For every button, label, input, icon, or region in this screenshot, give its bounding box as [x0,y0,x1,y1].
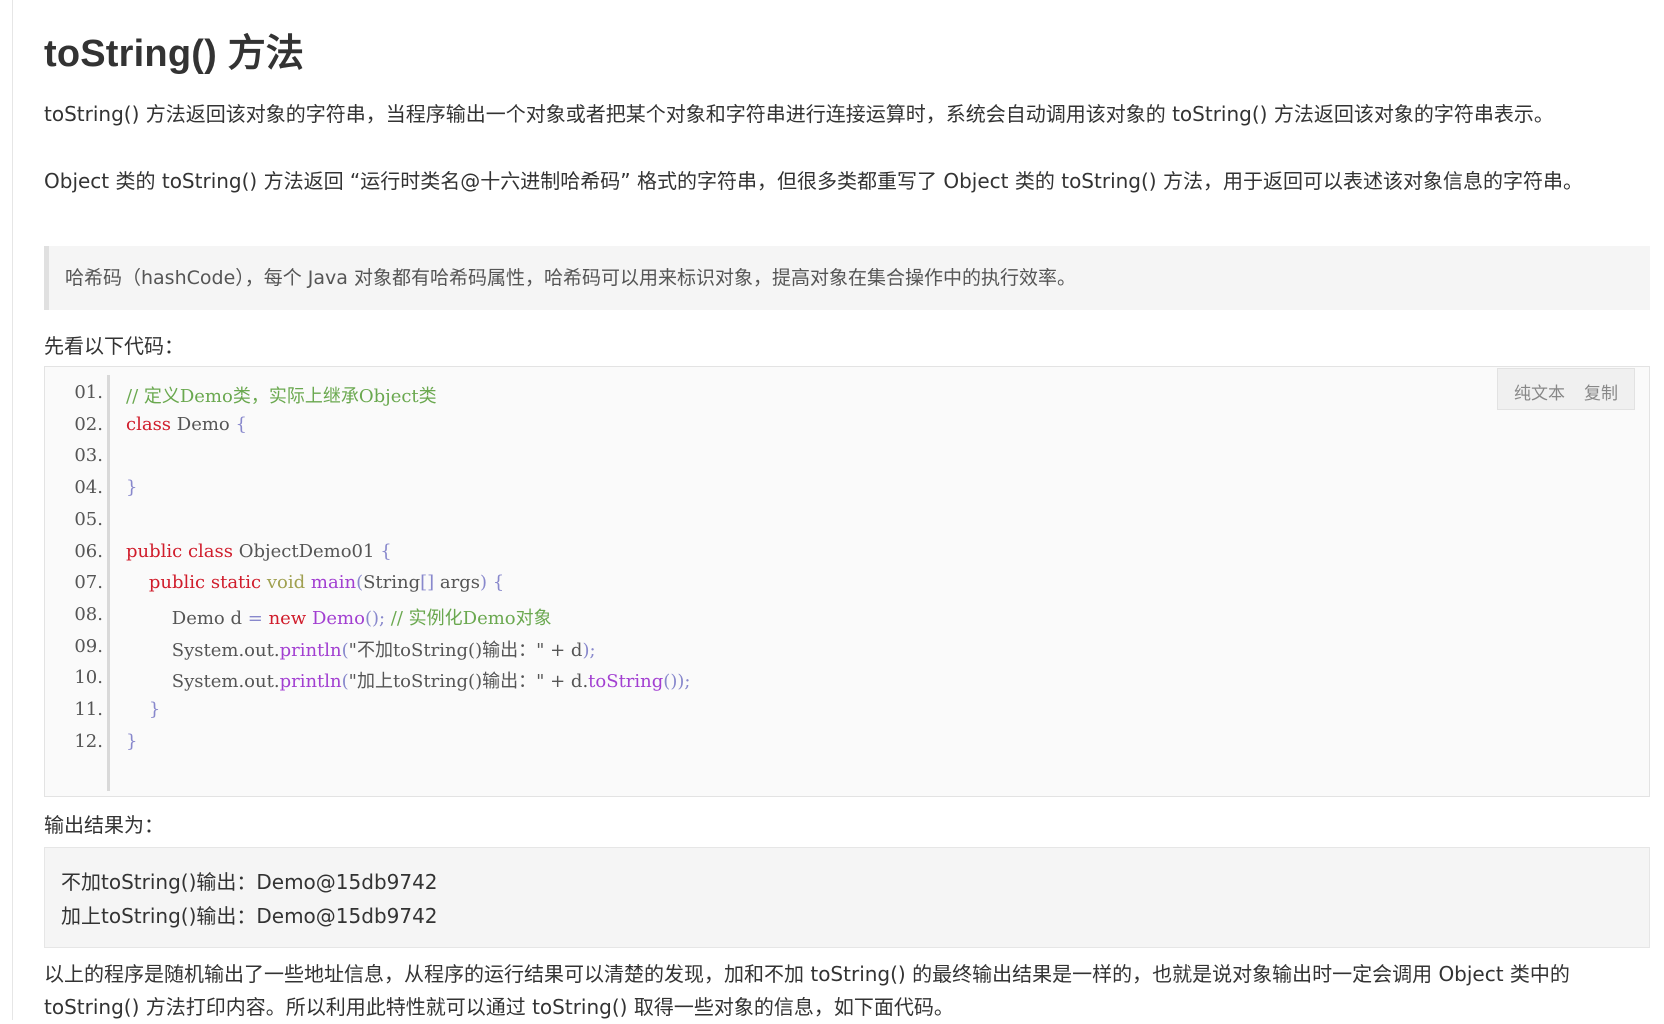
output-block: 不加toString()输出：Demo@15db9742 加上toString(… [44,847,1650,948]
code-line: 04.} [45,470,1645,503]
code-line: 10. System.out.println("加上toString()输出："… [45,660,1645,693]
code-text: // 定义Demo类，实际上继承Object类 [126,382,437,408]
line-number: 09. [74,635,103,657]
code-token: args [434,572,481,594]
line-number: 01. [74,382,103,403]
code-intro-label: 先看以下代码： [44,334,184,358]
code-token: // 实例化Demo对象 [390,607,552,629]
code-line: 07. public static void main(String[] arg… [45,565,1645,598]
code-token: static [210,572,262,594]
code-token: System.out. [126,671,280,693]
code-token: class [126,413,172,435]
code-text: System.out.println("不加toString()输出：" + d… [126,636,596,662]
code-token: ()); [663,671,691,693]
paragraph-intro: toString() 方法返回该对象的字符串，当程序输出一个对象或者把某个对象和… [44,102,1554,126]
code-token: main [310,572,357,594]
code-token: ( [341,671,349,693]
code-text: class Demo { [126,414,247,435]
code-text: Demo d = new Demo(); // 实例化Demo对象 [126,604,552,630]
code-token: Demo [171,413,236,435]
line-number: 11. [74,699,103,720]
output-intro-label: 输出结果为： [44,813,164,837]
code-text: } [126,699,160,720]
code-token: } [126,730,138,752]
line-number: 10. [74,667,103,689]
code-token: new [268,607,307,629]
code-token: "加上toString()输出：" [348,671,545,693]
code-block: 纯文本 复制 01.// 定义Demo类，实际上继承Object类 02. clas… [44,366,1650,797]
code-line: 08. Demo d = new Demo(); // 实例化Demo对象 [45,597,1645,630]
code-line: 02. class Demo { [45,407,1645,440]
line-number: 06. [74,540,103,562]
code-token: Demo [311,607,365,629]
code-token: void [266,572,306,594]
code-token: ) [480,572,488,594]
line-number: 05. [74,508,103,530]
code-token: public [148,572,206,594]
code-line: 05. [45,502,1645,535]
paragraph-conclusion: 以上的程序是随机输出了一些地址信息，从程序的运行结果可以清楚的发现，加和不加 t… [44,962,1570,1019]
line-number: 04. [74,477,103,499]
code-token: "不加toString()输出：" [348,639,545,661]
line-number: 07. [74,572,103,594]
note-box: 哈希码（hashCode），每个 Java 对象都有哈希码属性，哈希码可以用来标… [44,246,1650,310]
code-token: (); [364,607,386,629]
code-token: = [247,607,263,629]
code-token: ( [341,639,349,661]
code-token: { [380,540,392,562]
code-text: System.out.println("加上toString()输出：" + d… [126,667,691,693]
code-line: 09. System.out.println("不加toString()输出："… [45,629,1645,662]
code-text: public class ObjectDemo01 { [126,541,392,562]
code-line: 03. [45,438,1645,471]
code-text: public static void main(String[] args) { [126,572,504,593]
code-line: 12.} [45,724,1645,757]
code-line: 11. } [45,692,1645,725]
output-line: 不加toString()输出：Demo@15db9742 [61,870,438,894]
code-token: { [235,413,247,435]
code-token: + d [544,639,583,661]
paragraph-object-tostring: Object 类的 toString() 方法返回 “运行时类名@十六进制哈希码… [44,169,1583,193]
code-token: { [492,572,505,594]
code-token: println [279,671,342,693]
code-token: + d. [544,671,589,693]
code-token: println [279,639,342,661]
code-token: } [126,477,138,499]
code-token: String [363,572,421,594]
code-line: 01. // 定义Demo类，实际上继承Object类 [45,375,1645,408]
line-number: 08. [74,603,103,625]
line-number: 03. [74,445,103,467]
code-line: 06. public class ObjectDemo01 { [45,534,1645,567]
code-token: public [126,540,183,562]
code-token: ObjectDemo01 [233,540,381,562]
code-text: } [126,477,137,498]
code-text: } [126,731,137,752]
code-token: System.out. [126,639,280,661]
code-token: [] [420,572,435,594]
page-title: toString() 方法 [44,33,305,75]
output-line: 加上toString()输出：Demo@15db9742 [61,904,438,928]
left-border [12,0,13,1020]
code-token: class [187,540,234,562]
line-number: 02. [74,413,103,435]
line-number: 12. [74,730,103,752]
code-token: } [148,699,161,720]
code-token: ); [582,639,596,661]
code-token: Demo d [126,607,248,629]
code-token: toString [588,671,664,693]
code-token: // 定义Demo类，实际上继承Object类 [126,386,437,407]
note-text: 哈希码（hashCode），每个 Java 对象都有哈希码属性，哈希码可以用来标… [65,267,1076,289]
